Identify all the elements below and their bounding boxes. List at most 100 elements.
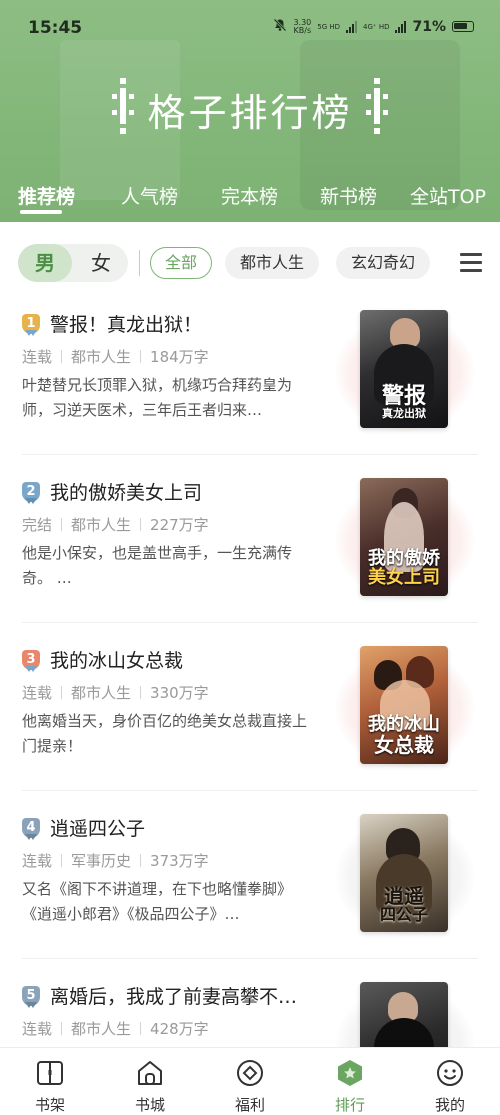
nav-profile[interactable]: 我的: [420, 1058, 480, 1115]
chip-fantasy[interactable]: 玄幻奇幻: [336, 247, 431, 279]
gender-female-option[interactable]: 女: [74, 244, 128, 282]
nav-label: 福利: [234, 1096, 265, 1114]
book-description: 叶楚替兄长顶罪入狱，机缘巧合拜药皇为师，习逆天医术，三年后王者归来…: [22, 376, 293, 419]
book-word-count: 184万字: [150, 348, 209, 366]
net-speed-unit: KB/s: [293, 25, 312, 35]
signal-icon: [395, 20, 407, 33]
divider: [139, 250, 140, 276]
nav-label: 排行: [334, 1096, 365, 1114]
filter-bar: 男 女 全部 都市人生 玄幻奇幻: [0, 242, 500, 284]
book-cover[interactable]: 警报 真龙出狱: [360, 310, 448, 428]
rank-badge: 5: [22, 986, 40, 1008]
net-speed: 3.30 KB/s: [293, 18, 312, 35]
page-title: 格子排行榜: [147, 91, 353, 135]
book-category: 都市人生: [71, 516, 132, 534]
gift-icon: [235, 1058, 265, 1088]
book-meta: 连载 军事历史 373万字: [22, 850, 209, 871]
chip-all[interactable]: 全部: [150, 247, 213, 279]
tab-completed[interactable]: 完本榜: [221, 182, 278, 209]
ornament-icon: [112, 78, 134, 134]
divider: [22, 454, 478, 455]
book-cover[interactable]: 逍遥 四公子: [360, 814, 448, 932]
status-icons: 3.30 KB/s 5G HD 4G⁺ HD 71%: [273, 18, 474, 35]
book-cover[interactable]: [360, 982, 448, 1052]
book-title[interactable]: 离婚后，我成了前妻高攀不…: [50, 982, 297, 1009]
rank-badge: 1: [22, 314, 40, 336]
nav-bookstore[interactable]: 书城: [120, 1058, 180, 1115]
cover-subtitle: 四公子: [379, 905, 428, 925]
book-title[interactable]: 逍遥四公子: [50, 814, 145, 841]
nav-label: 我的: [434, 1096, 465, 1114]
book-category: 都市人生: [71, 1020, 132, 1038]
book-category: 军事历史: [71, 852, 132, 870]
status-bar: 15:45 3.30 KB/s 5G HD 4G⁺ HD 71%: [0, 0, 500, 56]
book-title[interactable]: 警报！真龙出狱！: [50, 310, 202, 337]
book-title[interactable]: 我的傲娇美女上司: [50, 478, 202, 505]
nav-bookshelf[interactable]: 书架: [20, 1058, 80, 1115]
menu-icon[interactable]: [460, 253, 482, 272]
cover-title: 警报: [381, 384, 426, 410]
book-word-count: 373万字: [150, 852, 209, 870]
gender-male-option[interactable]: 男: [18, 244, 72, 282]
book-meta: 连载 都市人生 330万字: [22, 682, 209, 703]
book-status: 连载: [22, 1020, 53, 1038]
nav-ranking[interactable]: 排行: [320, 1058, 380, 1115]
rank-badge: 4: [22, 818, 40, 840]
book-item[interactable]: 4 逍遥四公子 连载 军事历史 373万字 又名《阁下不讲道理，在下也略懂拳脚》《逍…: [0, 814, 500, 974]
nav-benefits[interactable]: 福利: [220, 1058, 280, 1115]
network-2: 4G⁺ HD: [363, 22, 390, 31]
book-status: 连载: [22, 348, 53, 366]
tab-recommended[interactable]: 推荐榜: [18, 182, 75, 209]
ranking-tabs: 推荐榜 人气榜 完本榜 新书榜 全站TOP: [0, 182, 500, 212]
bottom-nav: 书架 书城 福利 排行 我的: [0, 1047, 500, 1115]
rank-badge: 3: [22, 650, 40, 672]
book-status: 连载: [22, 684, 53, 702]
cover-subtitle: 美女上司: [368, 567, 440, 589]
profile-icon: [435, 1058, 465, 1088]
rank-badge: 2: [22, 482, 40, 504]
book-description: 他是小保安，也是盖世高手，一生充满传奇。 …: [22, 544, 293, 587]
cover-subtitle: 女总裁: [374, 733, 434, 757]
book-cover[interactable]: 我的冰山 女总裁: [360, 646, 448, 764]
network-1: 5G HD: [317, 22, 341, 31]
book-word-count: 227万字: [150, 516, 209, 534]
book-item[interactable]: 3 我的冰山女总裁 连载 都市人生 330万字 他离婚当天，身价百亿的绝美女总裁直接…: [0, 646, 500, 806]
book-status: 完结: [22, 516, 53, 534]
book-meta: 连载 都市人生 184万字: [22, 346, 209, 367]
ranking-icon: [335, 1058, 365, 1088]
book-description: 又名《阁下不讲道理，在下也略懂拳脚》《逍遥小郎君》《极品四公子》…: [22, 880, 293, 923]
signal-icon: [346, 20, 358, 33]
book-item[interactable]: 1 警报！真龙出狱！ 连载 都市人生 184万字 叶楚替兄长顶罪入狱，机缘巧合拜药皇…: [0, 310, 500, 470]
battery-icon: [452, 21, 474, 32]
nav-label: 书城: [134, 1096, 165, 1114]
store-icon: [135, 1058, 165, 1088]
header: 15:45 3.30 KB/s 5G HD 4G⁺ HD 71% 格子排行榜 推…: [0, 0, 500, 222]
book-title[interactable]: 我的冰山女总裁: [50, 646, 183, 673]
divider: [22, 958, 478, 959]
status-time: 15:45: [28, 18, 83, 38]
chip-urban-life[interactable]: 都市人生: [225, 247, 320, 279]
cover-subtitle: 真龙出狱: [382, 407, 426, 421]
divider: [22, 622, 478, 623]
book-meta: 连载 都市人生 428万字: [22, 1018, 209, 1039]
book-status: 连载: [22, 852, 53, 870]
book-item[interactable]: 5 离婚后，我成了前妻高攀不… 连载 都市人生 428万字: [0, 982, 500, 1052]
book-item[interactable]: 2 我的傲娇美女上司 完结 都市人生 227万字 他是小保安，也是盖世高手，一生充满…: [0, 478, 500, 638]
book-word-count: 428万字: [150, 1020, 209, 1038]
tab-new-books[interactable]: 新书榜: [320, 182, 377, 209]
book-meta: 完结 都市人生 227万字: [22, 514, 209, 535]
ranking-list-panel: 男 女 全部 都市人生 玄幻奇幻 1 警报！真龙出狱！ 连载 都市人生 184万字 …: [0, 222, 500, 1052]
book-category: 都市人生: [71, 348, 132, 366]
battery-percent: 71%: [412, 18, 446, 35]
book-description: 他离婚当天，身价百亿的绝美女总裁直接上门提亲！: [22, 712, 308, 755]
gender-toggle: 男 女: [18, 244, 128, 282]
book-word-count: 330万字: [150, 684, 209, 702]
divider: [22, 790, 478, 791]
book-category: 都市人生: [71, 684, 132, 702]
tab-site-top[interactable]: 全站TOP: [410, 182, 486, 209]
book-cover[interactable]: 我的傲娇 美女上司: [360, 478, 448, 596]
tab-popular[interactable]: 人气榜: [121, 182, 178, 209]
ornament-icon: [366, 78, 388, 134]
book-icon: [35, 1058, 65, 1088]
active-tab-indicator: [20, 210, 62, 214]
